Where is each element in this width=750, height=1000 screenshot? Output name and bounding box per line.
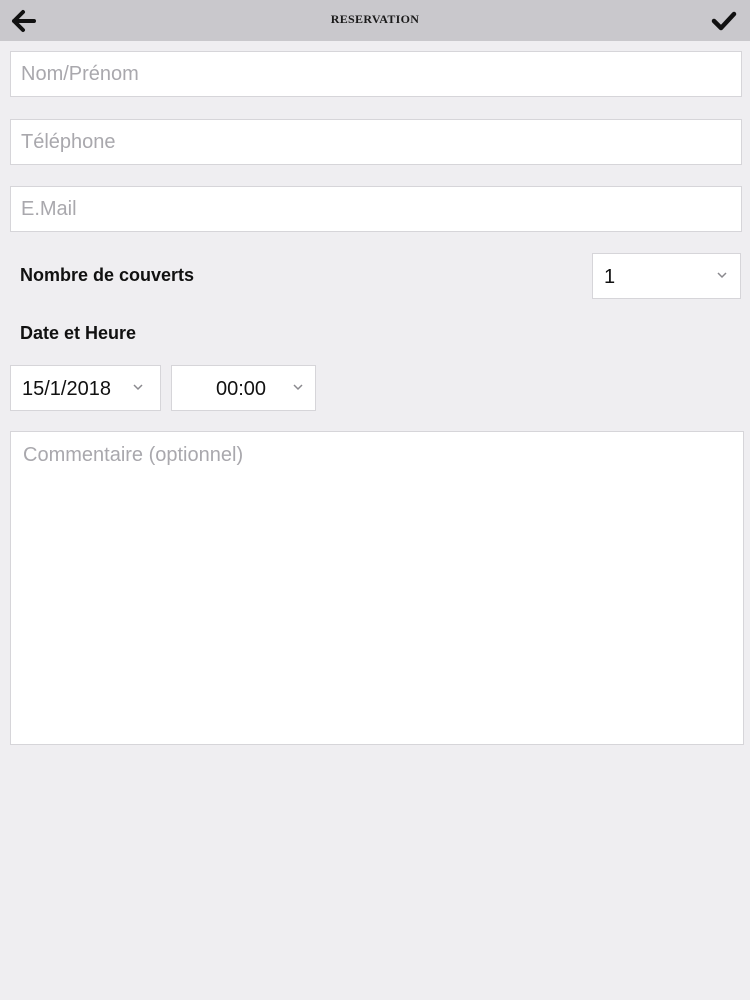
covers-value: 1 bbox=[604, 266, 616, 288]
time-select[interactable]: 00:00 bbox=[171, 365, 316, 411]
page-title: RESERVATION bbox=[330, 12, 420, 26]
phone-input[interactable] bbox=[10, 119, 742, 165]
name-input[interactable] bbox=[10, 51, 742, 97]
top-bar: RESERVATION bbox=[0, 0, 750, 41]
time-value: 00:00 bbox=[216, 378, 267, 400]
covers-label: Nombre de couverts bbox=[20, 265, 195, 285]
checkmark-icon[interactable] bbox=[711, 9, 737, 33]
covers-select[interactable]: 1 bbox=[592, 253, 741, 299]
comment-textarea[interactable] bbox=[10, 431, 744, 745]
email-input[interactable] bbox=[10, 186, 742, 232]
date-select[interactable]: 15/1/2018 bbox=[10, 365, 161, 411]
chevron-down-icon bbox=[133, 384, 143, 391]
date-value: 15/1/2018 bbox=[22, 378, 111, 400]
chevron-down-icon bbox=[717, 272, 727, 279]
chevron-down-icon bbox=[293, 384, 303, 391]
datetime-label: Date et Heure bbox=[20, 323, 137, 343]
